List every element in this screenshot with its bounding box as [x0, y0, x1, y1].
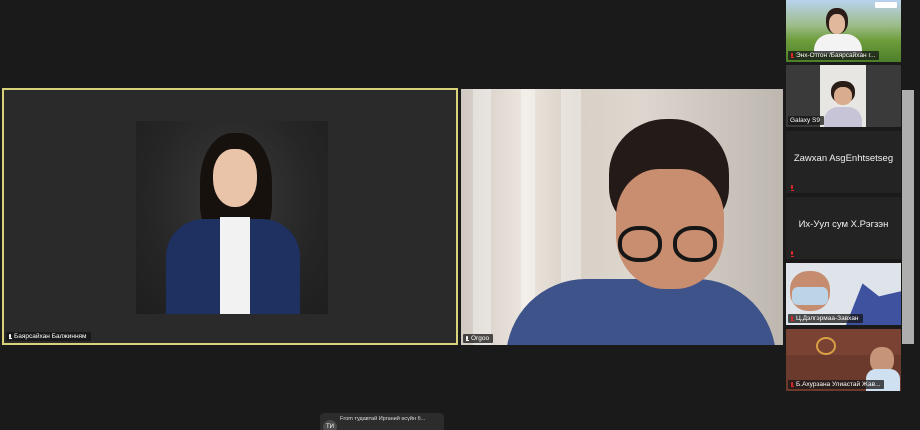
- participant-name: Б.Ахурзана Улиастай Жав...: [796, 381, 881, 388]
- video-tile-enkh-otgon[interactable]: Энх-Отгон /Баярсайхан г...: [786, 0, 901, 62]
- video-tile-ikh-uul[interactable]: Их-Уул сум Х.Рэгзэн: [786, 197, 901, 259]
- avatar: ТИ: [323, 420, 337, 430]
- video-tile-main-speaker[interactable]: Баярсайхан Балжинням: [2, 88, 458, 345]
- video-tile-zawxan[interactable]: Zawxan AsgEnhtsetseg: [786, 131, 901, 193]
- participant-name-tag: Б.Ахурзана Улиастай Жав...: [788, 380, 885, 389]
- video-tile-delgermaa[interactable]: Ц.Дэлгэрмаа-Завхан: [786, 263, 901, 325]
- mic-muted-icon: [790, 251, 794, 257]
- participant-name: Энх-Отгон /Баярсайхан г...: [796, 52, 876, 59]
- participant-display-name: Их-Уул сум Х.Рэгзэн: [798, 219, 889, 230]
- participant-portrait-image: [136, 121, 328, 314]
- chat-notification-toast[interactable]: ТИ From тудавтай Ирганий өсүйн б...: [320, 413, 444, 430]
- video-tile-akhurzana[interactable]: Б.Ахурзана Улиастай Жав...: [786, 329, 901, 391]
- chat-message-preview: From тудавтай Ирганий өсүйн б...: [340, 416, 426, 422]
- mic-muted-icon: [790, 315, 794, 322]
- participant-name: Ц.Дэлгэрмаа-Завхан: [796, 315, 859, 322]
- participant-name: Galaxy S9: [790, 117, 820, 124]
- participant-name-tag: Orgoo: [463, 334, 494, 343]
- mic-muted-icon: [790, 185, 794, 191]
- participant-name: Orgoo: [471, 335, 490, 342]
- participant-name-tag: [788, 251, 798, 257]
- mic-icon: [8, 333, 12, 340]
- mic-muted-icon: [790, 381, 794, 388]
- participant-name-tag: Galaxy S9: [788, 116, 824, 125]
- mic-icon: [465, 335, 469, 342]
- participant-video-body: [506, 279, 776, 345]
- participant-display-name: Zawxan AsgEnhtsetseg: [793, 153, 894, 164]
- gallery-scroll-strip[interactable]: [902, 90, 914, 344]
- participant-name-tag: Ц.Дэлгэрмаа-Завхан: [788, 314, 863, 323]
- participant-name-tag: Баярсайхан Балжинням: [6, 332, 91, 341]
- video-tile-galaxy-s9[interactable]: Galaxy S9: [786, 65, 901, 127]
- mic-muted-icon: [790, 52, 794, 59]
- participant-name-tag: [788, 185, 798, 191]
- participant-name: Баярсайхан Балжинням: [14, 333, 87, 340]
- video-tile-orgoo[interactable]: Orgoo: [461, 89, 783, 345]
- participant-name-tag: Энх-Отгон /Баярсайхан г...: [788, 51, 880, 60]
